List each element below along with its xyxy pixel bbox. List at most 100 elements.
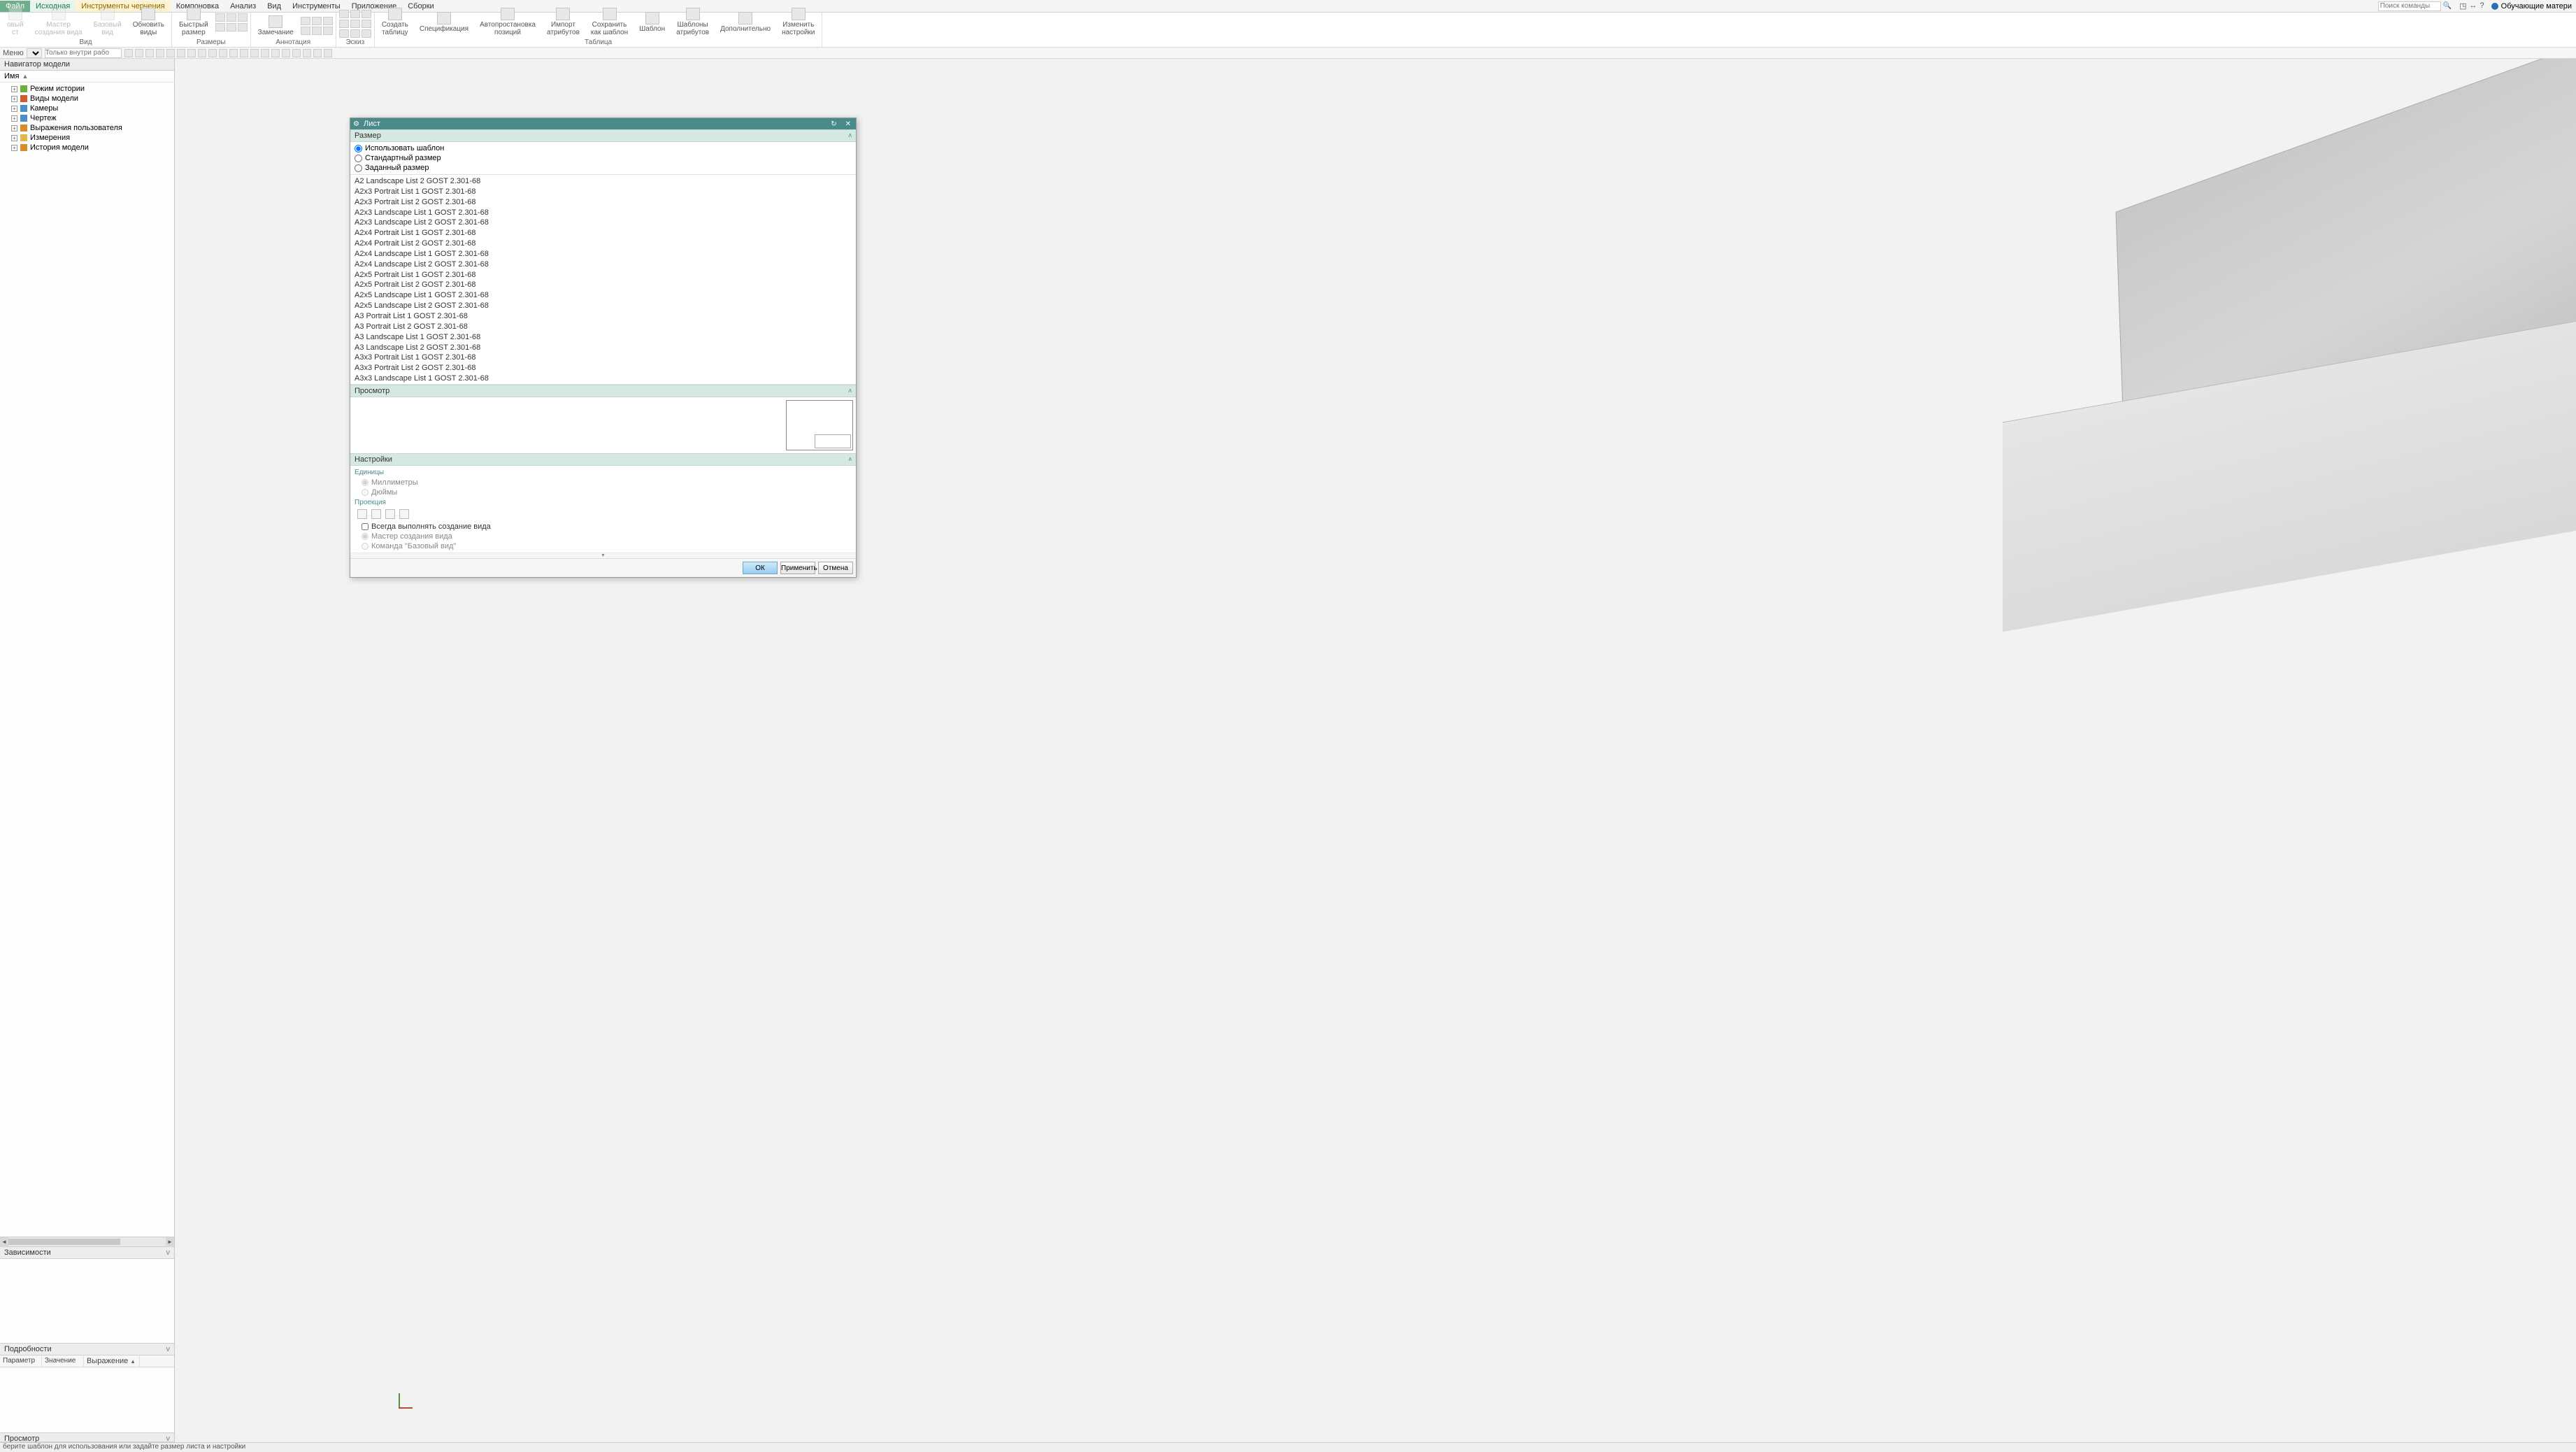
template-item[interactable]: A2x4 Portrait List 1 GOST 2.301-68: [350, 228, 856, 239]
template-item[interactable]: A2x3 Portrait List 2 GOST 2.301-68: [350, 197, 856, 208]
settings-section-header[interactable]: Настройки ʌ: [350, 453, 856, 466]
small-tool-icon[interactable]: [350, 20, 360, 28]
dependencies-header[interactable]: Зависимостиv: [0, 1246, 174, 1259]
template-item[interactable]: A3x3 Portrait List 2 GOST 2.301-68: [350, 363, 856, 373]
small-tool-icon[interactable]: [301, 27, 310, 35]
preview-header-left[interactable]: Просмотрv: [0, 1432, 174, 1442]
proj-icon-4[interactable]: [399, 509, 409, 519]
tree-column-header[interactable]: Имя ▲: [0, 71, 174, 83]
template-item[interactable]: A2x3 Landscape List 2 GOST 2.301-68: [350, 218, 856, 228]
cancel-button[interactable]: Отмена: [818, 562, 853, 574]
small-tool-icon[interactable]: [215, 23, 225, 31]
qicon[interactable]: [303, 49, 311, 57]
small-tool-icon[interactable]: [215, 13, 225, 22]
qicon[interactable]: [135, 49, 143, 57]
qicon[interactable]: [229, 49, 238, 57]
ribbon-button[interactable]: Изменитьнастройки: [778, 6, 819, 38]
radio-standard-size[interactable]: Стандартный размер: [355, 153, 852, 163]
template-item[interactable]: A3 Portrait List 2 GOST 2.301-68: [350, 322, 856, 332]
qicon[interactable]: [156, 49, 164, 57]
checkbox-always-create[interactable]: Всегда выполнять создание вида: [355, 522, 852, 532]
menu-dropdown[interactable]: [27, 48, 42, 58]
ribbon-button[interactable]: Дополнительно: [716, 10, 775, 34]
qicon[interactable]: [198, 49, 206, 57]
small-tool-icon[interactable]: [238, 13, 248, 22]
scroll-right-icon[interactable]: ►: [166, 1237, 174, 1247]
template-listbox[interactable]: A2 Landscape List 2 GOST 2.301-68 A2x3 Po…: [350, 174, 856, 385]
ribbon-button[interactable]: Замечание: [254, 14, 298, 38]
template-item[interactable]: A3 Portrait List 1 GOST 2.301-68: [350, 311, 856, 322]
ribbon-button[interactable]: овыйст: [3, 6, 28, 38]
qicon[interactable]: [313, 49, 322, 57]
close-icon[interactable]: ✕: [843, 120, 853, 128]
qicon[interactable]: [219, 49, 227, 57]
small-tool-icon[interactable]: [323, 27, 333, 35]
qicon[interactable]: [166, 49, 175, 57]
ribbon-button[interactable]: Создатьтаблицу: [378, 6, 413, 38]
ribbon-button[interactable]: Шаблоныатрибутов: [672, 6, 713, 38]
qicon[interactable]: [177, 49, 185, 57]
qicon[interactable]: [187, 49, 196, 57]
tab-5[interactable]: Инструменты: [287, 1, 346, 12]
template-item[interactable]: A2x3 Landscape List 1 GOST 2.301-68: [350, 208, 856, 218]
dialog-titlebar[interactable]: ⚙ Лист ↻ ✕: [350, 118, 856, 129]
ribbon-button[interactable]: Спецификация: [415, 10, 473, 34]
qicon[interactable]: [208, 49, 217, 57]
tree-item[interactable]: +Измерения: [3, 133, 171, 143]
small-tool-icon[interactable]: [301, 17, 310, 25]
qicon[interactable]: [261, 49, 269, 57]
small-tool-icon[interactable]: [238, 23, 248, 31]
axis-triad-icon[interactable]: [399, 1393, 420, 1414]
template-item[interactable]: A2x5 Landscape List 2 GOST 2.301-68: [350, 301, 856, 311]
template-item[interactable]: A2 Landscape List 2 GOST 2.301-68: [350, 176, 856, 187]
mini-icon-2[interactable]: ↔: [2470, 1, 2477, 10]
scroll-left-icon[interactable]: ◄: [0, 1237, 8, 1247]
preview-section-header[interactable]: Просмотр ʌ: [350, 385, 856, 397]
qicon[interactable]: [145, 49, 154, 57]
tree-item[interactable]: +Чертеж: [3, 113, 171, 123]
radio-custom-size[interactable]: Заданный размер: [355, 163, 852, 173]
tree-item[interactable]: +Режим истории: [3, 84, 171, 94]
expand-icon[interactable]: +: [11, 115, 17, 122]
proj-icon-3[interactable]: [385, 509, 395, 519]
expand-icon[interactable]: +: [11, 106, 17, 112]
tree-item[interactable]: +История модели: [3, 143, 171, 152]
small-tool-icon[interactable]: [227, 13, 236, 22]
apply-button[interactable]: Применить: [780, 562, 815, 574]
expand-icon[interactable]: +: [11, 135, 17, 141]
template-item[interactable]: A2x4 Portrait List 2 GOST 2.301-68: [350, 239, 856, 249]
qicon[interactable]: [282, 49, 290, 57]
col-value[interactable]: Значение: [42, 1355, 84, 1367]
radio-use-template[interactable]: Использовать шаблон: [355, 143, 852, 153]
filter-input[interactable]: [45, 48, 122, 58]
size-section-header[interactable]: Размер ʌ: [350, 129, 856, 142]
proj-icon-1[interactable]: [357, 509, 367, 519]
template-item[interactable]: A2x5 Portrait List 1 GOST 2.301-68: [350, 270, 856, 280]
small-tool-icon[interactable]: [227, 23, 236, 31]
ribbon-button[interactable]: Автопростановкапозиций: [475, 6, 540, 38]
col-expr[interactable]: Выражение ▲: [84, 1355, 140, 1367]
small-tool-icon[interactable]: [362, 20, 371, 28]
expand-icon[interactable]: +: [11, 145, 17, 151]
search-icon[interactable]: 🔍: [2441, 2, 2454, 10]
expand-icon[interactable]: +: [11, 125, 17, 131]
mini-icon-1[interactable]: ◳: [2459, 1, 2466, 10]
small-tool-icon[interactable]: [362, 29, 371, 38]
h-scrollbar[interactable]: ◄ ►: [0, 1237, 174, 1246]
small-tool-icon[interactable]: [339, 10, 349, 18]
proj-icon-2[interactable]: [371, 509, 381, 519]
ribbon-button[interactable]: Сохранитькак шаблон: [587, 6, 632, 38]
template-item[interactable]: A2x5 Landscape List 1 GOST 2.301-68: [350, 290, 856, 301]
command-search-input[interactable]: [2378, 1, 2441, 11]
small-tool-icon[interactable]: [339, 20, 349, 28]
mini-icon-3[interactable]: ?: [2480, 1, 2484, 10]
tree-item[interactable]: +Камеры: [3, 104, 171, 113]
expand-icon[interactable]: +: [11, 96, 17, 102]
qicon[interactable]: [124, 49, 133, 57]
ribbon-button[interactable]: Мастерсоздания вида: [31, 6, 87, 38]
gear-icon[interactable]: ⚙: [353, 120, 359, 128]
template-item[interactable]: A2x4 Landscape List 2 GOST 2.301-68: [350, 259, 856, 270]
graphics-canvas[interactable]: ⚙ Лист ↻ ✕ Размер ʌ Использовать шаблон …: [175, 59, 2576, 1442]
small-tool-icon[interactable]: [362, 10, 371, 18]
template-item[interactable]: A3 Landscape List 2 GOST 2.301-68: [350, 343, 856, 353]
